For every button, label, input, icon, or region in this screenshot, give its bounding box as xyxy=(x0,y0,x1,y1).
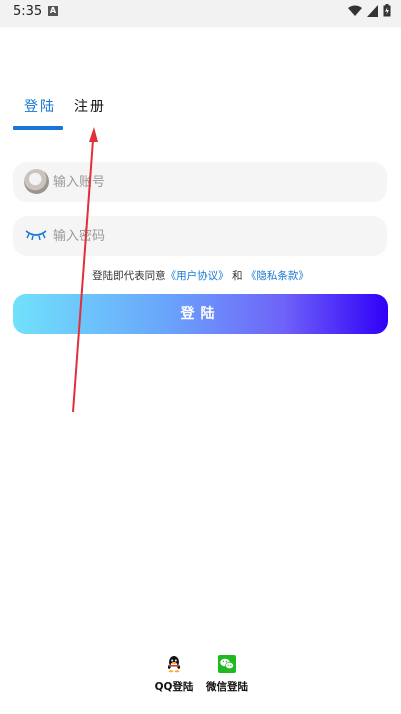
user-agreement-link[interactable]: 《用户协议》 xyxy=(166,270,229,282)
battery-icon xyxy=(383,4,391,17)
wifi-icon xyxy=(348,5,362,16)
qq-icon xyxy=(165,655,183,673)
tab-login[interactable]: 登陆 xyxy=(24,96,56,116)
password-field-container xyxy=(13,216,387,256)
account-field-container xyxy=(13,162,387,202)
account-input[interactable] xyxy=(53,162,373,202)
agreement-text: 登陆即代表同意《用户协议》 和 《隐私条款》 xyxy=(0,268,401,283)
wechat-login-label: 微信登陆 xyxy=(206,681,248,693)
status-bar: 5:35 A xyxy=(0,0,401,26)
avatar xyxy=(24,169,49,194)
tab-register[interactable]: 注册 xyxy=(74,96,106,116)
tab-active-indicator xyxy=(13,126,63,130)
privacy-policy-link[interactable]: 《隐私条款》 xyxy=(246,270,309,282)
qq-login-button[interactable]: QQ登陆 xyxy=(150,655,198,694)
password-input[interactable] xyxy=(53,216,373,256)
qq-login-label: QQ登陆 xyxy=(154,681,194,693)
eye-closed-icon[interactable] xyxy=(25,229,47,241)
status-time: 5:35 xyxy=(13,4,43,19)
agreement-prefix: 登陆即代表同意 xyxy=(92,270,166,282)
login-register-tabs: 登陆 注册 xyxy=(13,96,123,132)
wechat-login-button[interactable]: 微信登陆 xyxy=(203,655,251,694)
notification-badge-icon: A xyxy=(48,6,58,16)
signal-icon xyxy=(367,4,378,17)
wechat-icon xyxy=(218,655,236,673)
status-icons xyxy=(348,4,391,17)
login-button[interactable]: 登陆 xyxy=(13,294,388,334)
agreement-and: 和 xyxy=(232,270,243,282)
